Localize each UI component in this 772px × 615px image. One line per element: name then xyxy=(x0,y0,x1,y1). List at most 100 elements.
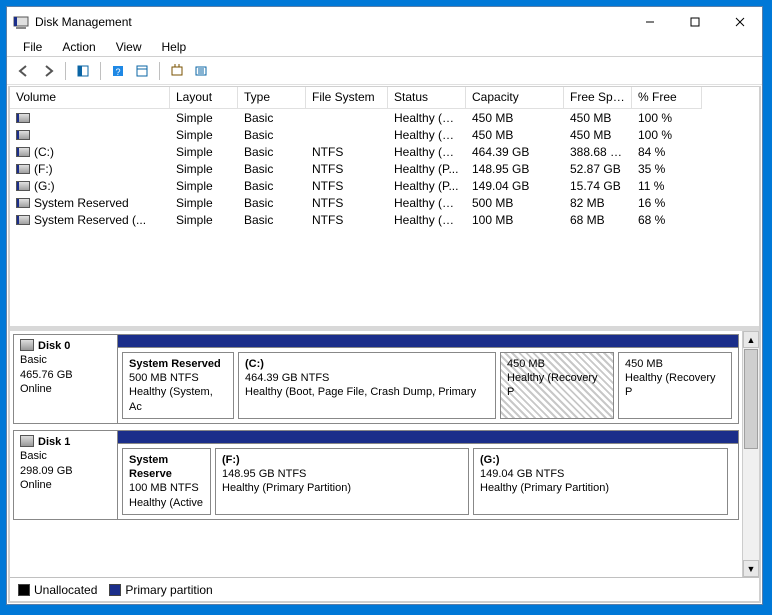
volume-status: Healthy (P... xyxy=(388,161,466,177)
volume-filesystem xyxy=(306,134,388,136)
volume-row[interactable]: (G:)SimpleBasicNTFSHealthy (P...149.04 G… xyxy=(10,177,759,194)
col-filesystem[interactable]: File System xyxy=(306,87,388,109)
volume-status: Healthy (B... xyxy=(388,144,466,160)
volume-status: Healthy (A... xyxy=(388,212,466,228)
partition-box[interactable]: (G:)149.04 GB NTFSHealthy (Primary Parti… xyxy=(473,448,728,515)
minimize-button[interactable] xyxy=(627,7,672,37)
volume-percent-free: 68 % xyxy=(632,212,702,228)
partition-box[interactable]: 450 MBHealthy (Recovery P xyxy=(500,352,614,419)
menu-action[interactable]: Action xyxy=(52,38,105,56)
volume-status: Healthy (S... xyxy=(388,195,466,211)
col-type[interactable]: Type xyxy=(238,87,306,109)
svg-text:?: ? xyxy=(115,67,120,77)
volume-capacity: 148.95 GB xyxy=(466,161,564,177)
volume-row[interactable]: System Reserved (...SimpleBasicNTFSHealt… xyxy=(10,211,759,228)
volume-layout: Simple xyxy=(170,178,238,194)
partition-box[interactable]: System Reserve100 MB NTFSHealthy (Active xyxy=(122,448,211,515)
settings-button[interactable] xyxy=(190,60,212,82)
app-icon xyxy=(13,14,29,30)
volume-percent-free: 16 % xyxy=(632,195,702,211)
menu-file[interactable]: File xyxy=(13,38,52,56)
volume-free: 68 MB xyxy=(564,212,632,228)
disk-label[interactable]: Disk 0Basic465.76 GBOnline xyxy=(14,335,118,423)
show-hide-console-tree-button[interactable] xyxy=(72,60,94,82)
volume-row[interactable]: System ReservedSimpleBasicNTFSHealthy (S… xyxy=(10,194,759,211)
volume-type: Basic xyxy=(238,144,306,160)
forward-button[interactable] xyxy=(37,60,59,82)
volume-percent-free: 11 % xyxy=(632,178,702,194)
col-free-space[interactable]: Free Spa... xyxy=(564,87,632,109)
volume-filesystem: NTFS xyxy=(306,144,388,160)
partition-status: Healthy (Recovery P xyxy=(507,371,607,400)
disk-row: Disk 1Basic298.09 GBOnlineSystem Reserve… xyxy=(13,430,739,520)
volume-percent-free: 100 % xyxy=(632,127,702,143)
maximize-button[interactable] xyxy=(672,7,717,37)
partition-box[interactable]: (C:)464.39 GB NTFSHealthy (Boot, Page Fi… xyxy=(238,352,496,419)
volume-capacity: 464.39 GB xyxy=(466,144,564,160)
volume-type: Basic xyxy=(238,212,306,228)
volume-filesystem: NTFS xyxy=(306,195,388,211)
scroll-up-button[interactable]: ▲ xyxy=(743,331,759,348)
menu-help[interactable]: Help xyxy=(152,38,197,56)
volume-row[interactable]: SimpleBasicHealthy (R...450 MB450 MB100 … xyxy=(10,109,759,126)
disk-status: Online xyxy=(20,478,111,492)
partition-title: (F:) xyxy=(222,454,240,466)
volume-free: 52.87 GB xyxy=(564,161,632,177)
volume-type: Basic xyxy=(238,110,306,126)
volume-type: Basic xyxy=(238,178,306,194)
col-volume[interactable]: Volume xyxy=(10,87,170,109)
volume-layout: Simple xyxy=(170,161,238,177)
vertical-scrollbar[interactable]: ▲ ▼ xyxy=(742,331,759,577)
volume-name: System Reserved xyxy=(34,196,129,210)
legend: Unallocated Primary partition xyxy=(10,577,759,601)
partition-size: 464.39 GB NTFS xyxy=(245,371,489,385)
partition-icon xyxy=(16,198,30,208)
volume-row[interactable]: (F:) SimpleBasicNTFSHealthy (P...148.95 G… xyxy=(10,160,759,177)
volume-free: 15.74 GB xyxy=(564,178,632,194)
partition-icon xyxy=(16,130,30,140)
disk-status: Online xyxy=(20,382,111,396)
volume-status: Healthy (R... xyxy=(388,127,466,143)
col-capacity[interactable]: Capacity xyxy=(466,87,564,109)
volume-row[interactable]: (C:)SimpleBasicNTFSHealthy (B...464.39 G… xyxy=(10,143,759,160)
scroll-thumb[interactable] xyxy=(744,349,758,449)
volume-free: 450 MB xyxy=(564,127,632,143)
disk-label[interactable]: Disk 1Basic298.09 GBOnline xyxy=(14,431,118,519)
volume-row[interactable]: SimpleBasicHealthy (R...450 MB450 MB100 … xyxy=(10,126,759,143)
partition-title: (C:) xyxy=(245,358,264,370)
menu-view[interactable]: View xyxy=(106,38,152,56)
properties-button[interactable] xyxy=(131,60,153,82)
disk-size: 298.09 GB xyxy=(20,464,111,478)
back-button[interactable] xyxy=(13,60,35,82)
menubar: File Action View Help xyxy=(7,37,762,57)
partition-box[interactable]: 450 MBHealthy (Recovery P xyxy=(618,352,732,419)
volume-type: Basic xyxy=(238,161,306,177)
legend-primary-partition: Primary partition xyxy=(109,583,212,597)
volume-capacity: 450 MB xyxy=(466,110,564,126)
volume-filesystem xyxy=(306,117,388,119)
partition-status: Healthy (System, Ac xyxy=(129,385,227,414)
partition-icon xyxy=(16,215,30,225)
volume-name: (F:) xyxy=(34,162,53,176)
col-layout[interactable]: Layout xyxy=(170,87,238,109)
partition-box[interactable]: (F:)148.95 GB NTFSHealthy (Primary Parti… xyxy=(215,448,469,515)
col-percent-free[interactable]: % Free xyxy=(632,87,702,109)
legend-unallocated: Unallocated xyxy=(18,583,97,597)
volume-status: Healthy (R... xyxy=(388,110,466,126)
scroll-down-button[interactable]: ▼ xyxy=(743,560,759,577)
disk-name: Disk 1 xyxy=(38,436,70,448)
close-button[interactable] xyxy=(717,7,762,37)
partition-title: System Reserve xyxy=(129,454,172,480)
disk-row: Disk 0Basic465.76 GBOnlineSystem Reserve… xyxy=(13,334,739,424)
partition-box[interactable]: System Reserved500 MB NTFSHealthy (Syste… xyxy=(122,352,234,419)
help-button[interactable]: ? xyxy=(107,60,129,82)
volume-name: (C:) xyxy=(34,145,54,159)
col-status[interactable]: Status xyxy=(388,87,466,109)
volume-type: Basic xyxy=(238,127,306,143)
volume-filesystem: NTFS xyxy=(306,161,388,177)
refresh-button[interactable] xyxy=(166,60,188,82)
titlebar[interactable]: Disk Management xyxy=(7,7,762,37)
disk-name: Disk 0 xyxy=(38,340,70,352)
partition-status: Healthy (Boot, Page File, Crash Dump, Pr… xyxy=(245,385,489,399)
partition-icon xyxy=(16,147,30,157)
